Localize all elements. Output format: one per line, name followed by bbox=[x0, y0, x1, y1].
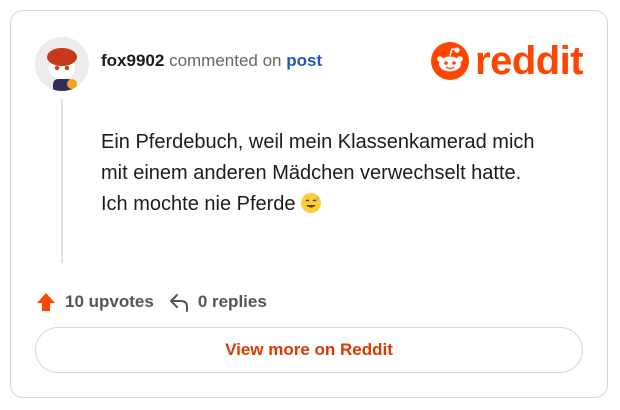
sweat-smile-emoji-icon bbox=[300, 192, 322, 224]
reply-arrow-icon bbox=[169, 294, 188, 312]
thread-line bbox=[61, 99, 63, 263]
upvote-arrow-icon bbox=[37, 293, 55, 311]
username-link[interactable]: fox9902 bbox=[101, 51, 164, 70]
reply-button[interactable]: 0 replies bbox=[168, 291, 267, 313]
user-avatar[interactable] bbox=[35, 37, 89, 91]
reddit-embed-card: fox9902 commented on post reddit Ein Pfe… bbox=[10, 10, 608, 398]
comment-header: fox9902 commented on post bbox=[101, 51, 322, 71]
upvote-button[interactable]: 10 upvotes bbox=[35, 291, 154, 313]
upvote-count: 10 upvotes bbox=[65, 292, 154, 311]
view-more-button[interactable]: View more on Reddit bbox=[35, 327, 583, 373]
user-avatar-icon bbox=[35, 37, 89, 91]
comment-body: Ein Pferdebuch, weil mein Klassenkamerad… bbox=[101, 127, 581, 224]
comment-line-text: Ich mochte nie Pferde bbox=[101, 193, 296, 215]
reddit-logo[interactable]: reddit bbox=[431, 39, 584, 83]
reddit-snoo-icon bbox=[431, 42, 469, 80]
action-text: commented on bbox=[169, 51, 282, 70]
comment-line: Ein Pferdebuch, weil mein Klassenkamerad… bbox=[101, 131, 535, 153]
reply-count: 0 replies bbox=[197, 292, 267, 311]
post-link[interactable]: post bbox=[286, 51, 322, 70]
comment-line-last: Ich mochte nie Pferde bbox=[101, 189, 581, 224]
comment-footer: 10 upvotes 0 replies bbox=[35, 291, 281, 313]
comment-line: mit einem anderen Mädchen verwechselt ha… bbox=[101, 162, 522, 184]
reddit-wordmark: reddit bbox=[475, 39, 584, 83]
